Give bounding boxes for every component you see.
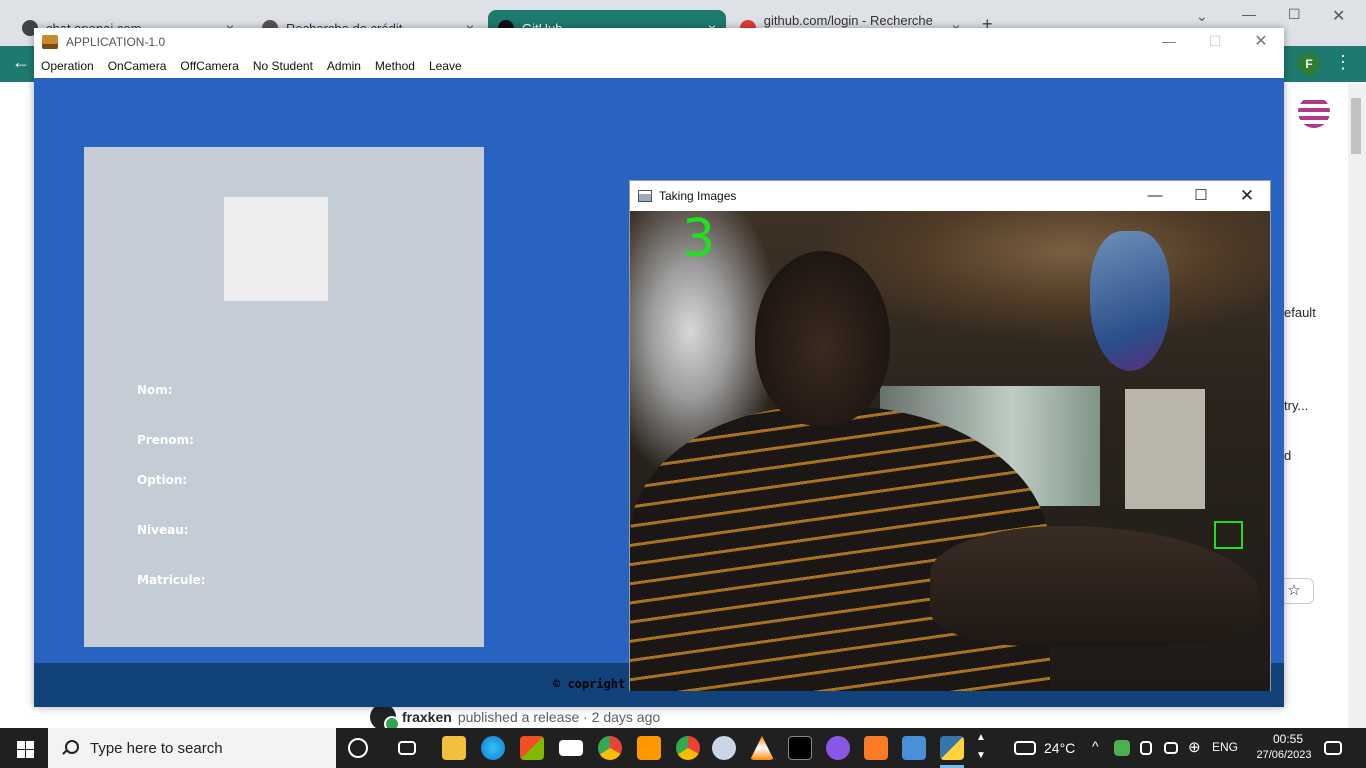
copyright-text: © copright (553, 677, 626, 691)
maximize-icon: ☐ (1208, 33, 1222, 49)
sublime-text-icon[interactable] (637, 736, 661, 760)
mail-icon[interactable] (559, 740, 583, 756)
vlc-icon[interactable] (750, 736, 774, 760)
label-option: Option: (137, 473, 188, 487)
minimize-icon[interactable]: — (1146, 28, 1192, 55)
label-nom: Nom: (137, 383, 173, 397)
menu-oncamera[interactable]: OnCamera (101, 55, 174, 78)
hanging-bag (1090, 231, 1170, 371)
close-icon[interactable]: ✕ (1224, 181, 1270, 211)
maximize-icon[interactable]: ☐ (1288, 6, 1301, 23)
start-button[interactable] (0, 728, 48, 768)
menu-admin[interactable]: Admin (320, 55, 368, 78)
weather-temp[interactable]: 24°C (1044, 740, 1075, 756)
hanging-cloth (1125, 389, 1205, 509)
menu-leave[interactable]: Leave (422, 55, 469, 78)
windows-taskbar: Type here to search ▲ ▼ 24°C ^ ⊕ ENG 00:… (0, 728, 1366, 768)
back-arrow-icon[interactable]: ← (12, 52, 30, 73)
tab-search-icon[interactable]: ⌄ (1196, 8, 1208, 25)
menu-method[interactable]: Method (368, 55, 422, 78)
menu-no-student[interactable]: No Student (246, 55, 320, 78)
app-title: APPLICATION-1.0 (66, 34, 166, 49)
show-hidden-icons-icon[interactable]: ^ (1092, 738, 1099, 754)
user-avatar[interactable] (370, 704, 400, 732)
maximize-icon[interactable]: ☐ (1178, 181, 1224, 211)
minimize-icon[interactable]: — (1132, 181, 1178, 211)
camera-titlebar[interactable]: Taking Images — ☐ ✕ (630, 181, 1270, 211)
scrollbar-thumb[interactable] (1351, 98, 1361, 154)
control-panel-icon[interactable] (902, 736, 926, 760)
person-arm (930, 526, 1260, 646)
page-snippet: efault (1284, 305, 1316, 320)
window-app-icon (638, 190, 652, 202)
camera-feed: 3 (630, 211, 1270, 691)
release-user[interactable]: fraxken (402, 709, 452, 725)
github-desktop-icon[interactable] (826, 736, 850, 760)
student-info-panel: Nom: Prenom: Option: Niveau: Matricule: (84, 147, 484, 647)
menu-operation[interactable]: Operation (34, 55, 101, 78)
profile-avatar[interactable]: F (1298, 53, 1320, 75)
search-placeholder: Type here to search (90, 739, 223, 757)
chevron-down-icon[interactable]: ▼ (976, 750, 986, 761)
clock-time[interactable]: 00:55 (1264, 732, 1312, 746)
app-tray-icon[interactable] (1114, 740, 1130, 756)
label-matricule: Matricule: (137, 573, 206, 587)
app-titlebar[interactable]: APPLICATION-1.0 — ☐ ✕ (34, 28, 1284, 55)
cortana-icon[interactable] (348, 738, 368, 758)
capture-countdown: 3 (682, 211, 716, 269)
globe-network-icon[interactable]: ⊕ (1188, 738, 1201, 756)
windows-logo-icon (17, 741, 25, 749)
device-icon[interactable] (1140, 741, 1152, 755)
release-text: published a release · 2 days ago (457, 709, 661, 725)
browser-scrollbar[interactable] (1348, 84, 1366, 728)
chrome-profile-icon[interactable] (676, 736, 700, 760)
close-window-icon[interactable]: ✕ (1332, 6, 1345, 26)
label-niveau: Niveau: (137, 523, 189, 537)
app-menubar: Operation OnCamera OffCamera No Student … (34, 55, 1284, 78)
release-activity-row: fraxken published a release · 2 days ago (370, 704, 661, 732)
terminal-icon[interactable] (788, 736, 812, 760)
python-icon[interactable] (940, 736, 964, 760)
windows-logo-icon (26, 741, 34, 749)
close-icon[interactable]: ✕ (1238, 28, 1284, 55)
edge-icon[interactable] (481, 736, 505, 760)
page-snippet: try... (1284, 398, 1309, 413)
user-avatar[interactable] (1298, 96, 1330, 128)
taskbar-search-box[interactable]: Type here to search (48, 728, 336, 768)
xampp-icon[interactable] (864, 736, 888, 760)
app-logo-icon (42, 34, 58, 49)
battery-icon[interactable] (1164, 742, 1178, 754)
language-indicator[interactable]: ENG (1212, 740, 1238, 754)
weather-icon[interactable] (1014, 741, 1036, 755)
label-prenom: Prenom: (137, 433, 194, 447)
clock-date[interactable]: 27/06/2023 (1248, 749, 1320, 761)
store-icon[interactable] (520, 736, 544, 760)
chrome-icon[interactable] (598, 736, 622, 760)
task-view-icon[interactable] (398, 741, 416, 755)
search-icon (62, 740, 79, 756)
page-snippet: d (1284, 448, 1292, 463)
settings-icon[interactable] (712, 736, 736, 760)
windows-logo-icon (17, 750, 25, 758)
windows-logo-icon (26, 750, 34, 758)
browser-menu-icon[interactable]: ⋮ (1334, 52, 1352, 73)
file-explorer-icon[interactable] (442, 736, 466, 760)
notification-center-icon[interactable] (1324, 741, 1342, 755)
camera-window: Taking Images — ☐ ✕ 3 (629, 180, 1271, 691)
chevron-up-icon[interactable]: ▲ (976, 732, 986, 743)
person-face (755, 251, 890, 426)
camera-window-title: Taking Images (659, 189, 737, 203)
detection-box (1214, 521, 1243, 549)
minimize-icon[interactable]: — (1242, 6, 1256, 22)
student-photo (224, 197, 328, 301)
menu-offcamera[interactable]: OffCamera (173, 55, 245, 78)
